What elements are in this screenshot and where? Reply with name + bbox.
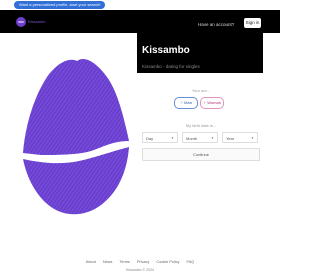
footer-link-privacy[interactable]: Privacy (137, 260, 149, 264)
sign-in-button[interactable]: Sign in (244, 18, 261, 28)
promo-bar: Want a personalized profile, start your … (0, 0, 280, 10)
footer-link-terms[interactable]: Terms (119, 260, 129, 264)
lips-illustration (17, 33, 137, 228)
top-navigation: Kissambo Have an account? Sign in (0, 10, 280, 33)
logo[interactable]: Kissambo (16, 16, 46, 27)
woman-button[interactable]: ♀ Woman (200, 97, 224, 109)
footer-link-cookie-policy[interactable]: Cookie Policy (156, 260, 179, 264)
footer-link-about[interactable]: About (86, 260, 96, 264)
lips-image (23, 58, 129, 215)
footer-link-news[interactable]: News (103, 260, 113, 264)
day-select[interactable]: Day ▼ (142, 132, 178, 143)
footer-links: About News Terms Privacy Cookie Policy F… (0, 260, 280, 264)
man-button[interactable]: ♂ Man (174, 97, 198, 109)
promo-banner[interactable]: Want a personalized profile, start your … (14, 1, 106, 9)
page-title: Kissambo (142, 45, 190, 56)
gender-prompt: Your are... (191, 88, 211, 93)
chevron-down-icon: ▼ (171, 136, 174, 140)
day-value: Day (146, 136, 154, 141)
chevron-down-icon: ▼ (251, 136, 254, 140)
year-value: Year (226, 136, 235, 141)
month-select[interactable]: Month ▼ (182, 132, 218, 143)
lower-lip (23, 147, 129, 215)
account-question: Have an account? (198, 22, 235, 27)
lips-logo-icon (16, 16, 26, 27)
man-label: Man (184, 100, 192, 105)
upper-lip (23, 58, 129, 155)
footer-link-faq[interactable]: FAQ (186, 260, 194, 264)
birthdate-prompt: My birth date is... (185, 123, 217, 128)
continue-button[interactable]: Continue (142, 148, 260, 161)
copyright: Kissambo © 2024 (126, 268, 154, 272)
page-subtitle: Kissambo - dating for singles (142, 64, 200, 69)
woman-label: Woman (207, 100, 221, 105)
logo-text: Kissambo (28, 19, 46, 24)
chevron-down-icon: ▼ (211, 136, 214, 140)
year-select[interactable]: Year ▼ (222, 132, 258, 143)
month-value: Month (186, 136, 198, 141)
